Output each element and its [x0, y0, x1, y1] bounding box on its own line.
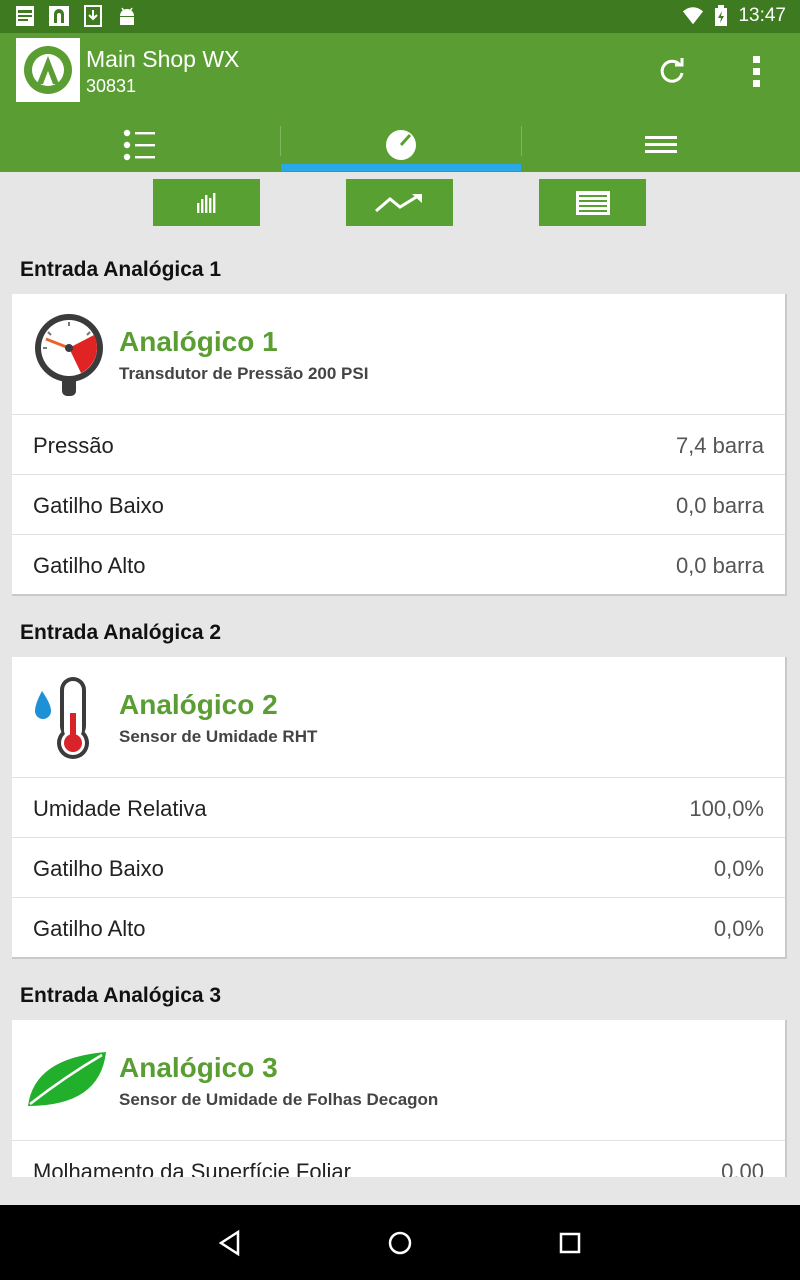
card-header: Analógico 3 Sensor de Umidade de Folhas … — [12, 1020, 785, 1141]
section-title: Entrada Analógica 2 — [20, 621, 222, 644]
android-icon — [120, 7, 134, 25]
reading-label: Molhamento da Superfície Foliar — [33, 1159, 351, 1177]
tab-menu[interactable] — [521, 118, 800, 172]
sensor-name: Analógico 1 — [119, 326, 278, 357]
battery-charging-icon — [715, 5, 728, 26]
trend-icon — [374, 193, 422, 212]
app-logo — [16, 38, 80, 102]
refresh-icon[interactable] — [656, 55, 688, 87]
trend-view-button[interactable] — [346, 179, 453, 226]
list-icon — [123, 129, 155, 161]
app-logo-icon — [24, 46, 72, 94]
table-icon — [575, 190, 610, 215]
back-icon[interactable] — [214, 1227, 246, 1259]
system-nav-bar — [0, 1205, 800, 1280]
tab-selected-indicator — [281, 164, 521, 171]
app-bar: Main Shop WX 30831 — [0, 33, 800, 172]
reading-row: Gatilho Baixo 0,0% — [12, 838, 785, 898]
reading-row: Umidade Relativa 100,0% — [12, 778, 785, 838]
reading-value: 0,0 barra — [675, 493, 764, 518]
recents-icon[interactable] — [554, 1227, 586, 1259]
sensor-card-analog-1[interactable]: Analógico 1 Transdutor de Pressão 200 PS… — [12, 294, 787, 596]
reading-row: Molhamento da Superfície Foliar 0,00 — [12, 1141, 785, 1177]
sensor-description: Sensor de Umidade RHT — [119, 727, 318, 746]
table-view-button[interactable] — [539, 179, 646, 226]
sensor-list[interactable]: Entrada Analógica 1 Analógico 1 Transdut… — [0, 240, 800, 1177]
tab-list[interactable] — [0, 118, 280, 172]
bar-chart-icon — [196, 192, 215, 213]
reading-label: Gatilho Alto — [33, 916, 146, 941]
sensor-description: Sensor de Umidade de Folhas Decagon — [119, 1090, 439, 1109]
card-header: Analógico 2 Sensor de Umidade RHT — [12, 657, 785, 778]
sensor-description: Transdutor de Pressão 200 PSI — [119, 364, 369, 383]
reading-value: 7,4 barra — [675, 433, 764, 458]
reading-value: 0,0% — [713, 916, 764, 941]
clock: 13:47 — [738, 5, 786, 26]
download-icon — [84, 5, 102, 27]
reading-label: Gatilho Baixo — [33, 856, 164, 881]
sensor-name: Analógico 2 — [119, 689, 278, 720]
home-icon[interactable] — [384, 1227, 416, 1259]
reading-label: Pressão — [33, 433, 114, 458]
humidity-thermometer-icon — [35, 677, 89, 759]
app-subtitle: 30831 — [86, 76, 137, 96]
sensor-name: Analógico 3 — [119, 1052, 278, 1083]
reading-row: Gatilho Alto 0,0 barra — [12, 535, 785, 594]
sensor-card-analog-3[interactable]: Analógico 3 Sensor de Umidade de Folhas … — [12, 1020, 787, 1177]
pressure-gauge-icon — [35, 314, 103, 396]
status-bar: 13:47 — [0, 0, 800, 33]
menu-icon — [644, 136, 677, 153]
reading-label: Gatilho Baixo — [33, 493, 164, 518]
reading-value: 0,0 barra — [675, 553, 764, 578]
reading-value: 0,0% — [713, 856, 764, 881]
leaf-icon — [28, 1052, 106, 1106]
overflow-menu-icon[interactable] — [742, 53, 772, 89]
reading-row: Gatilho Alto 0,0% — [12, 898, 785, 957]
app-title: Main Shop WX — [86, 46, 240, 72]
reading-label: Umidade Relativa — [33, 796, 207, 821]
reading-label: Gatilho Alto — [33, 553, 146, 578]
reading-row: Pressão 7,4 barra — [12, 415, 785, 475]
section-title: Entrada Analógica 1 — [20, 258, 222, 281]
section-title: Entrada Analógica 3 — [20, 984, 222, 1007]
bible-app-icon — [16, 6, 34, 26]
reading-value: 0,00 — [721, 1159, 764, 1177]
reading-row: Gatilho Baixo 0,0 barra — [12, 475, 785, 535]
card-header: Analógico 1 Transdutor de Pressão 200 PS… — [12, 294, 785, 415]
bar-chart-view-button[interactable] — [153, 179, 260, 226]
wifi-icon — [683, 7, 704, 25]
sensor-card-analog-2[interactable]: Analógico 2 Sensor de Umidade RHT Umidad… — [12, 657, 787, 959]
notification-icon — [49, 6, 69, 26]
gauge-icon — [386, 130, 416, 160]
reading-value: 100,0% — [689, 796, 764, 821]
